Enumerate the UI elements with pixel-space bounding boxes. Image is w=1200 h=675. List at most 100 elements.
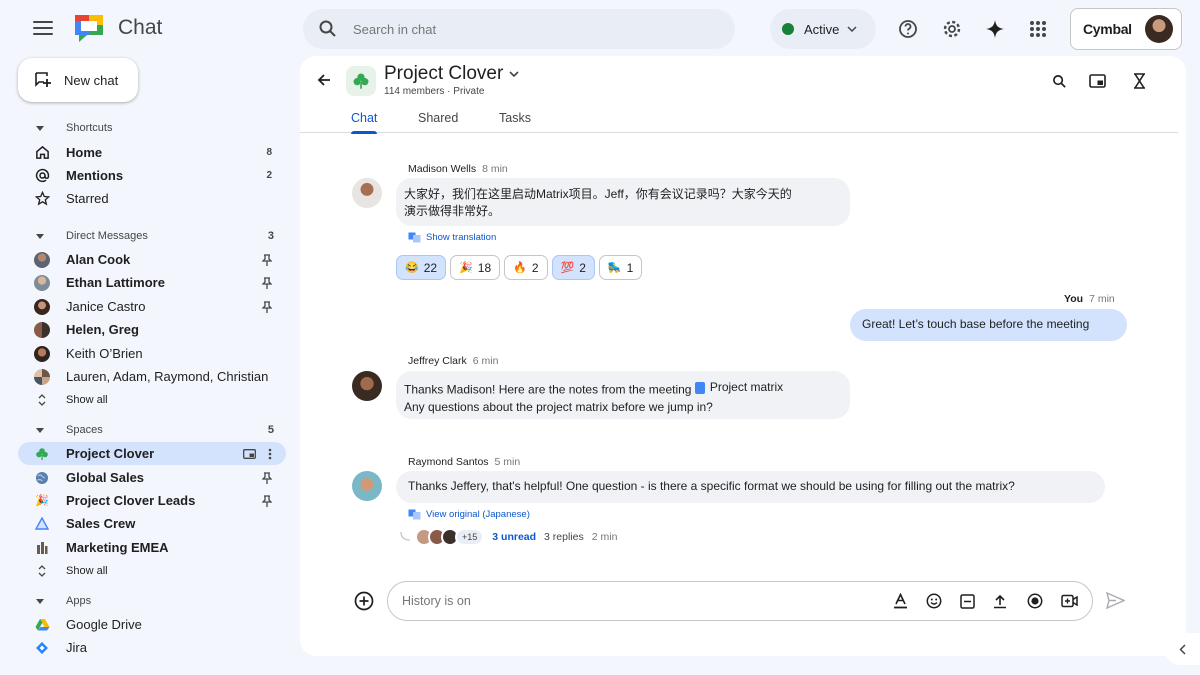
chat-logo-icon — [75, 15, 103, 42]
search-icon — [319, 20, 336, 37]
sidebar-item-home[interactable]: Home 8 — [18, 141, 286, 164]
tab-tasks[interactable]: Tasks — [499, 111, 531, 133]
show-all-label: Show all — [66, 564, 108, 577]
show-all-spaces-button[interactable]: Show all — [18, 559, 286, 582]
gemini-sparkle-icon[interactable] — [983, 17, 1007, 41]
apps-header[interactable]: Apps — [36, 595, 274, 607]
pin-icon[interactable] — [262, 300, 272, 313]
message-bubble: Thanks Madison! Here are the notes from … — [396, 371, 850, 419]
add-circle-icon[interactable] — [354, 591, 374, 611]
reaction-chip[interactable]: 😂 22 — [396, 255, 447, 280]
sidebar-item-global-sales[interactable]: Global Sales — [18, 466, 286, 489]
more-vert-icon[interactable] — [268, 448, 272, 460]
sidebar-item-project-clover-leads[interactable]: 🎉 Project Clover Leads — [18, 489, 286, 512]
picture-in-picture-icon[interactable] — [1088, 72, 1106, 90]
text-format-icon[interactable] — [891, 592, 909, 610]
sidebar-item-helen-greg[interactable]: Helen, Greg — [18, 318, 286, 341]
reaction-chip[interactable]: 🛼 1 — [598, 255, 643, 280]
sidebar-item-project-clover[interactable]: Project Clover — [18, 442, 286, 465]
sidebar-item-alan-cook[interactable]: Alan Cook — [18, 248, 286, 271]
home-icon — [34, 145, 50, 161]
emoji-icon[interactable] — [925, 592, 943, 610]
message-text: 演示做得非常好。 — [404, 204, 501, 218]
pin-icon[interactable] — [262, 253, 272, 266]
upload-icon[interactable] — [991, 592, 1009, 610]
sidebar-item-jira[interactable]: Jira — [18, 636, 286, 659]
file-chip[interactable]: Project matrix — [694, 379, 783, 396]
back-arrow-icon[interactable] — [316, 72, 332, 88]
sidebar-item-google-drive[interactable]: Google Drive — [18, 613, 286, 636]
gif-icon[interactable] — [958, 592, 976, 610]
help-icon[interactable] — [896, 17, 920, 41]
message-time: 8 min — [482, 163, 508, 175]
space-title-button[interactable]: Project Clover — [384, 63, 519, 85]
sidebar-item-marketing-emea[interactable]: Marketing EMEA — [18, 536, 286, 559]
new-chat-button[interactable]: New chat — [18, 58, 138, 102]
account-switcher[interactable]: Cymbal — [1070, 8, 1182, 50]
gear-icon[interactable] — [940, 17, 964, 41]
message-input[interactable] — [402, 582, 872, 620]
search-bar[interactable] — [303, 9, 735, 49]
message-composer[interactable] — [387, 581, 1093, 621]
sidebar-item-keith-obrien[interactable]: Keith O’Brien — [18, 342, 286, 365]
collapse-caret-icon — [36, 598, 44, 604]
pin-icon[interactable] — [262, 276, 272, 289]
page-title: Project Clover — [384, 63, 504, 84]
sidebar-item-sales-crew[interactable]: Sales Crew — [18, 512, 286, 535]
count-badge: 8 — [266, 147, 272, 158]
star-icon — [34, 191, 50, 207]
expand-icon — [34, 563, 50, 579]
avatar[interactable] — [352, 178, 382, 208]
hourglass-icon[interactable] — [1130, 72, 1148, 90]
sidebar-item-janice-castro[interactable]: Janice Castro — [18, 295, 286, 318]
show-translation-link[interactable]: Show translation — [408, 232, 496, 243]
tab-chat[interactable]: Chat — [351, 111, 378, 134]
sidebar-item-starred[interactable]: Starred — [18, 187, 286, 210]
globe-icon — [34, 470, 50, 486]
sidebar-item-mentions[interactable]: Mentions 2 — [18, 164, 286, 187]
search-input[interactable] — [353, 9, 723, 49]
picture-in-picture-icon[interactable] — [243, 448, 256, 459]
search-icon[interactable] — [1050, 72, 1068, 90]
collapse-caret-icon — [36, 233, 44, 239]
reply-count: 3 replies — [544, 531, 584, 543]
video-call-icon[interactable] — [1060, 592, 1078, 610]
reaction-emoji: 💯 — [560, 262, 575, 274]
pin-icon[interactable] — [262, 494, 272, 507]
reaction-chip[interactable]: 🔥 2 — [504, 255, 548, 280]
chevron-down-icon — [847, 26, 857, 32]
reaction-count: 1 — [626, 260, 634, 275]
sidebar-item-label: Google Drive — [66, 617, 142, 632]
thread-summary[interactable]: +15 3 unread 3 replies 2 min — [400, 528, 617, 546]
count-badge: 3 — [267, 230, 274, 242]
spaces-header[interactable]: Spaces 5 — [36, 424, 274, 436]
direct-messages-header[interactable]: Direct Messages 3 — [36, 230, 274, 242]
record-icon[interactable] — [1026, 592, 1044, 610]
avatar — [34, 298, 50, 315]
reaction-chip[interactable]: 🎉 18 — [450, 255, 501, 280]
side-panel-toggle[interactable] — [1164, 633, 1200, 665]
avatar — [34, 274, 50, 291]
avatar — [34, 251, 50, 268]
apps-grid-icon[interactable] — [1026, 17, 1050, 41]
sidebar-item-group-dm[interactable]: Lauren, Adam, Raymond, Christian — [18, 365, 286, 388]
avatar[interactable] — [1145, 15, 1173, 43]
avatar — [34, 321, 50, 338]
send-icon[interactable] — [1106, 592, 1125, 609]
author-name: Raymond Santos — [408, 456, 489, 468]
show-all-dms-button[interactable]: Show all — [18, 388, 286, 411]
reaction-emoji: 🎉 — [459, 262, 473, 274]
shortcuts-header[interactable]: Shortcuts — [36, 122, 274, 134]
pin-icon[interactable] — [262, 471, 272, 484]
main-menu-icon[interactable] — [32, 18, 54, 38]
status-dropdown[interactable]: Active — [770, 9, 876, 49]
avatar[interactable] — [352, 471, 382, 501]
reaction-chip[interactable]: 💯 2 — [551, 255, 595, 280]
reaction-count: 18 — [477, 260, 492, 275]
tab-shared[interactable]: Shared — [418, 111, 458, 133]
avatar[interactable] — [352, 371, 382, 401]
sidebar-item-ethan-lattimore[interactable]: Ethan Lattimore — [18, 271, 286, 294]
reaction-emoji: 😂 — [405, 262, 419, 274]
view-original-link[interactable]: View original (Japanese) — [408, 509, 530, 520]
reaction-count: 22 — [423, 260, 438, 275]
